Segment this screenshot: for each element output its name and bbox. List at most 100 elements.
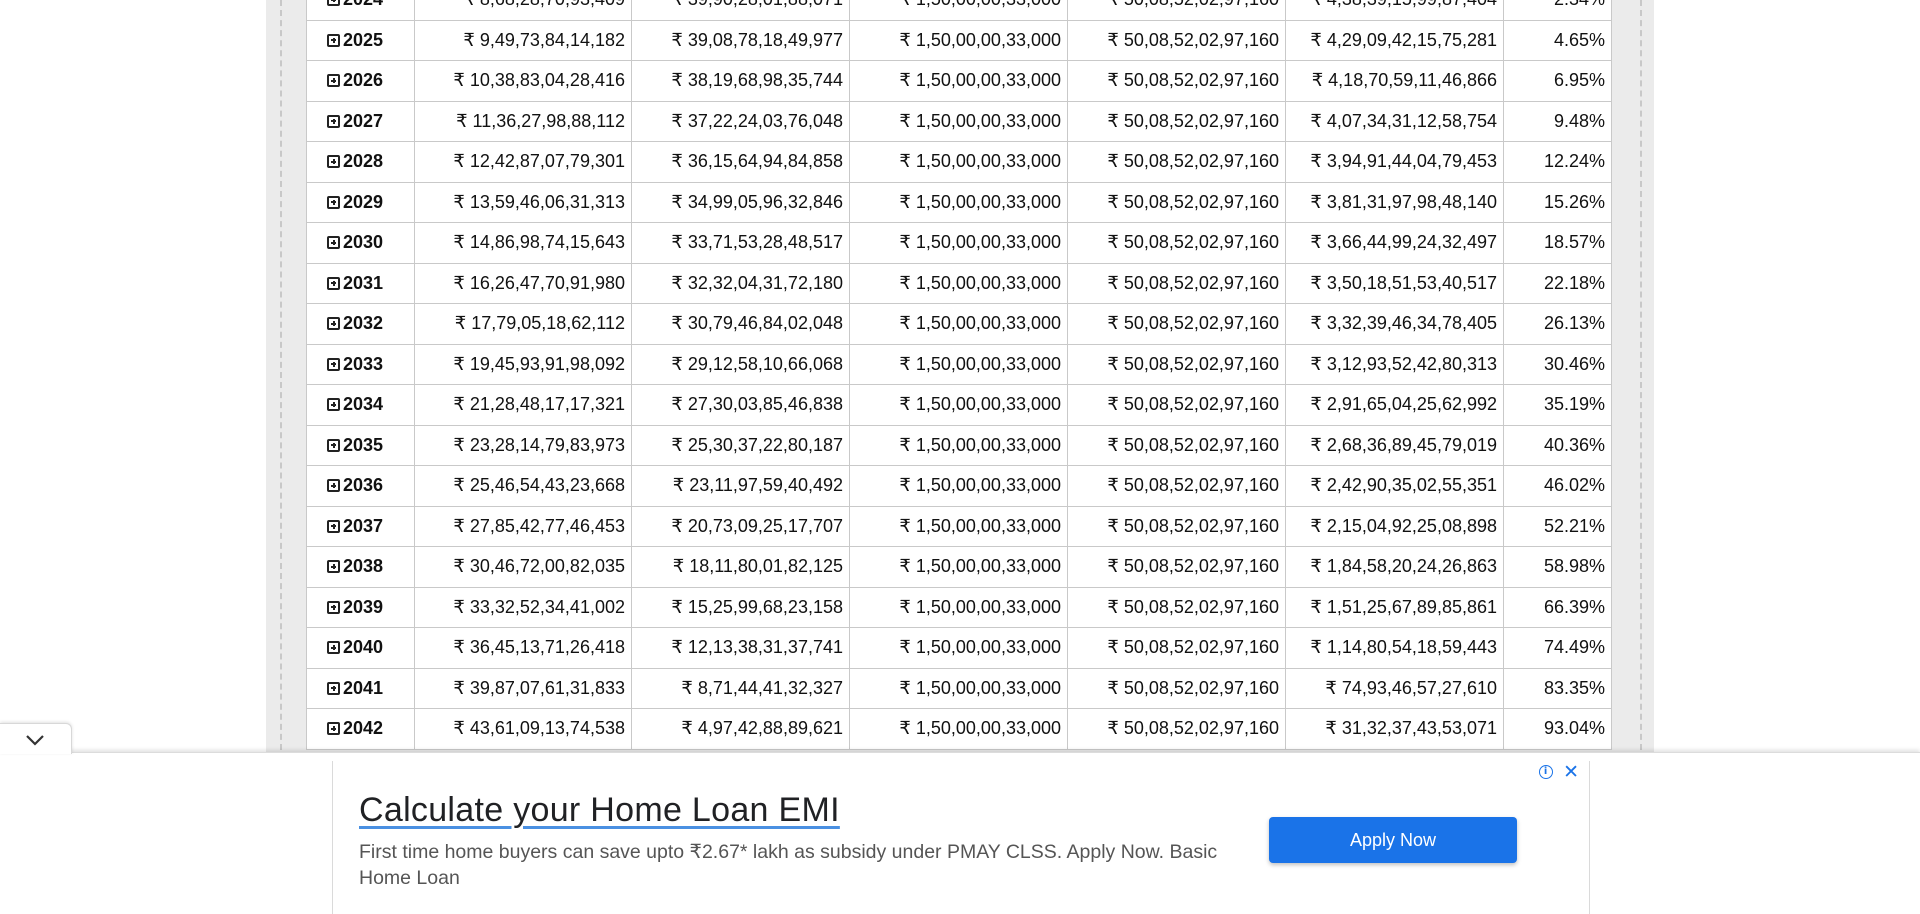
- value-cell-c3: ₹ 1,50,00,00,33,000: [849, 667, 1068, 709]
- plus-square-icon[interactable]: [327, 641, 340, 655]
- value-cell-c3: ₹ 1,50,00,00,33,000: [849, 627, 1068, 669]
- plus-square-icon[interactable]: [327, 195, 340, 209]
- year-cell[interactable]: 2036: [306, 465, 415, 507]
- apply-now-button[interactable]: Apply Now: [1269, 817, 1517, 863]
- year-cell[interactable]: 2026: [306, 60, 415, 102]
- table-row: 2032 ₹ 17,79,05,18,62,112 ₹ 30,79,46,84,02…: [306, 303, 1612, 345]
- value-cell-c2: ₹ 25,30,37,22,80,187: [631, 424, 850, 466]
- value-cell-c5: ₹ 2,68,36,89,45,79,019: [1285, 424, 1504, 466]
- value-cell-c1: ₹ 19,45,93,91,98,092: [414, 343, 632, 385]
- chevron-down-icon: [26, 735, 44, 746]
- plus-square-icon[interactable]: [327, 479, 340, 493]
- value-cell-c2: ₹ 37,22,24,03,76,048: [631, 100, 850, 142]
- value-cell-c4: ₹ 50,08,52,02,97,160: [1067, 60, 1286, 102]
- value-cell-c2: ₹ 20,73,09,25,17,707: [631, 505, 850, 547]
- plus-square-icon[interactable]: [327, 398, 340, 412]
- info-icon[interactable]: i: [1538, 765, 1553, 779]
- year-cell[interactable]: 2033: [306, 343, 415, 385]
- value-cell-c2: ₹ 18,11,80,01,82,125: [631, 546, 850, 588]
- year-cell[interactable]: 2041: [306, 667, 415, 709]
- plus-square-icon[interactable]: [327, 33, 340, 47]
- table-row: 2028 ₹ 12,42,87,07,79,301 ₹ 36,15,64,94,84…: [306, 141, 1612, 183]
- year-cell[interactable]: 2040: [306, 627, 415, 669]
- plus-square-icon[interactable]: [327, 600, 340, 614]
- ad-title-link[interactable]: Calculate your Home Loan EMI: [359, 791, 840, 830]
- value-cell-c5: ₹ 1,14,80,54,18,59,443: [1285, 627, 1504, 669]
- value-cell-c3: ₹ 1,50,00,00,33,000: [849, 384, 1068, 426]
- table-row: 2035 ₹ 23,28,14,79,83,973 ₹ 25,30,37,22,80…: [306, 424, 1612, 466]
- year-cell[interactable]: 2037: [306, 505, 415, 547]
- year-label: 2036: [343, 475, 384, 496]
- value-cell-c4: ₹ 50,08,52,02,97,160: [1067, 222, 1286, 264]
- value-cell-c1: ₹ 33,32,52,34,41,002: [414, 586, 632, 628]
- plus-square-icon[interactable]: [327, 236, 340, 250]
- amortization-table: 2024 ₹ 8,68,28,70,93,409₹ 39,90,28,01,88,…: [306, 0, 1612, 750]
- value-cell-c3: ₹ 1,50,00,00,33,000: [849, 262, 1068, 304]
- value-cell-c1: ₹ 9,49,73,84,14,182: [414, 19, 632, 61]
- value-cell-c4: ₹ 50,08,52,02,97,160: [1067, 343, 1286, 385]
- value-cell-c5: ₹ 4,18,70,59,11,46,866: [1285, 60, 1504, 102]
- value-cell-c5: ₹ 3,81,31,97,98,48,140: [1285, 181, 1504, 223]
- table-row: 2034 ₹ 21,28,48,17,17,321 ₹ 27,30,03,85,46…: [306, 384, 1612, 426]
- value-cell-c6: 12.24%: [1503, 141, 1612, 183]
- year-cell[interactable]: 2038: [306, 546, 415, 588]
- year-cell[interactable]: 2025: [306, 19, 415, 61]
- year-label: 2028: [343, 151, 384, 172]
- table-row: 2040 ₹ 36,45,13,71,26,418 ₹ 12,13,38,31,37…: [306, 627, 1612, 669]
- collapse-ad-button[interactable]: [0, 723, 72, 754]
- plus-square-icon[interactable]: [327, 114, 340, 128]
- year-cell[interactable]: 2024: [306, 0, 415, 21]
- plus-square-icon[interactable]: [327, 722, 340, 736]
- value-cell-c6: 46.02%: [1503, 465, 1612, 507]
- value-cell-c5: ₹ 74,93,46,57,27,610: [1285, 667, 1504, 709]
- value-cell-c3: ₹ 1,50,00,00,33,000: [849, 708, 1068, 750]
- plus-square-icon[interactable]: [327, 155, 340, 169]
- plus-square-icon[interactable]: [327, 0, 340, 7]
- year-cell[interactable]: 2031: [306, 262, 415, 304]
- plus-square-icon[interactable]: [327, 519, 340, 533]
- ad-controls: i ✕: [1538, 763, 1579, 782]
- plus-square-icon[interactable]: [327, 317, 340, 331]
- plus-square-icon[interactable]: [327, 438, 340, 452]
- year-label: 2041: [343, 677, 384, 698]
- year-cell[interactable]: 2028: [306, 141, 415, 183]
- plus-square-icon[interactable]: [327, 276, 340, 290]
- ad-frame: i ✕ Calculate your Home Loan EMI First t…: [332, 761, 1590, 914]
- plus-square-icon[interactable]: [327, 560, 340, 574]
- year-cell[interactable]: 2039: [306, 586, 415, 628]
- value-cell-c2: ₹ 33,71,53,28,48,517: [631, 222, 850, 264]
- value-cell-c2: ₹ 29,12,58,10,66,068: [631, 343, 850, 385]
- value-cell-c4: ₹ 50,08,52,02,97,160: [1067, 384, 1286, 426]
- year-cell[interactable]: 2029: [306, 181, 415, 223]
- year-label: 2034: [343, 394, 384, 415]
- value-cell-c4: ₹ 50,08,52,02,97,160: [1067, 465, 1286, 507]
- ad-description: First time home buyers can save upto ₹2.…: [359, 841, 1218, 889]
- table-row: 2041 ₹ 39,87,07,61,31,833 ₹ 8,71,44,41,32,…: [306, 667, 1612, 709]
- year-cell[interactable]: 2032: [306, 303, 415, 345]
- value-cell-c2: ₹ 30,79,46,84,02,048: [631, 303, 850, 345]
- year-label: 2037: [343, 515, 384, 536]
- value-cell-c3: ₹ 1,50,00,00,33,000: [849, 0, 1068, 21]
- value-cell-c2: ₹ 27,30,03,85,46,838: [631, 384, 850, 426]
- year-cell[interactable]: 2034: [306, 384, 415, 426]
- close-icon[interactable]: ✕: [1563, 763, 1579, 782]
- plus-square-icon[interactable]: [327, 74, 340, 88]
- plus-square-icon[interactable]: [327, 681, 340, 695]
- value-cell-c6: 2.34%: [1503, 0, 1612, 21]
- year-cell[interactable]: 2042: [306, 708, 415, 750]
- value-cell-c2: ₹ 39,08,78,18,49,977: [631, 19, 850, 61]
- value-cell-c3: ₹ 1,50,00,00,33,000: [849, 424, 1068, 466]
- value-cell-c6: 40.36%: [1503, 424, 1612, 466]
- amortization-table-body: 2024 ₹ 8,68,28,70,93,409₹ 39,90,28,01,88,…: [306, 0, 1612, 750]
- year-cell[interactable]: 2030: [306, 222, 415, 264]
- value-cell-c3: ₹ 1,50,00,00,33,000: [849, 303, 1068, 345]
- value-cell-c2: ₹ 38,19,68,98,35,744: [631, 60, 850, 102]
- value-cell-c6: 83.35%: [1503, 667, 1612, 709]
- plus-square-icon[interactable]: [327, 357, 340, 371]
- value-cell-c6: 4.65%: [1503, 19, 1612, 61]
- value-cell-c5: ₹ 1,51,25,67,89,85,861: [1285, 586, 1504, 628]
- year-cell[interactable]: 2035: [306, 424, 415, 466]
- value-cell-c5: ₹ 4,29,09,42,15,75,281: [1285, 19, 1504, 61]
- value-cell-c6: 74.49%: [1503, 627, 1612, 669]
- year-cell[interactable]: 2027: [306, 100, 415, 142]
